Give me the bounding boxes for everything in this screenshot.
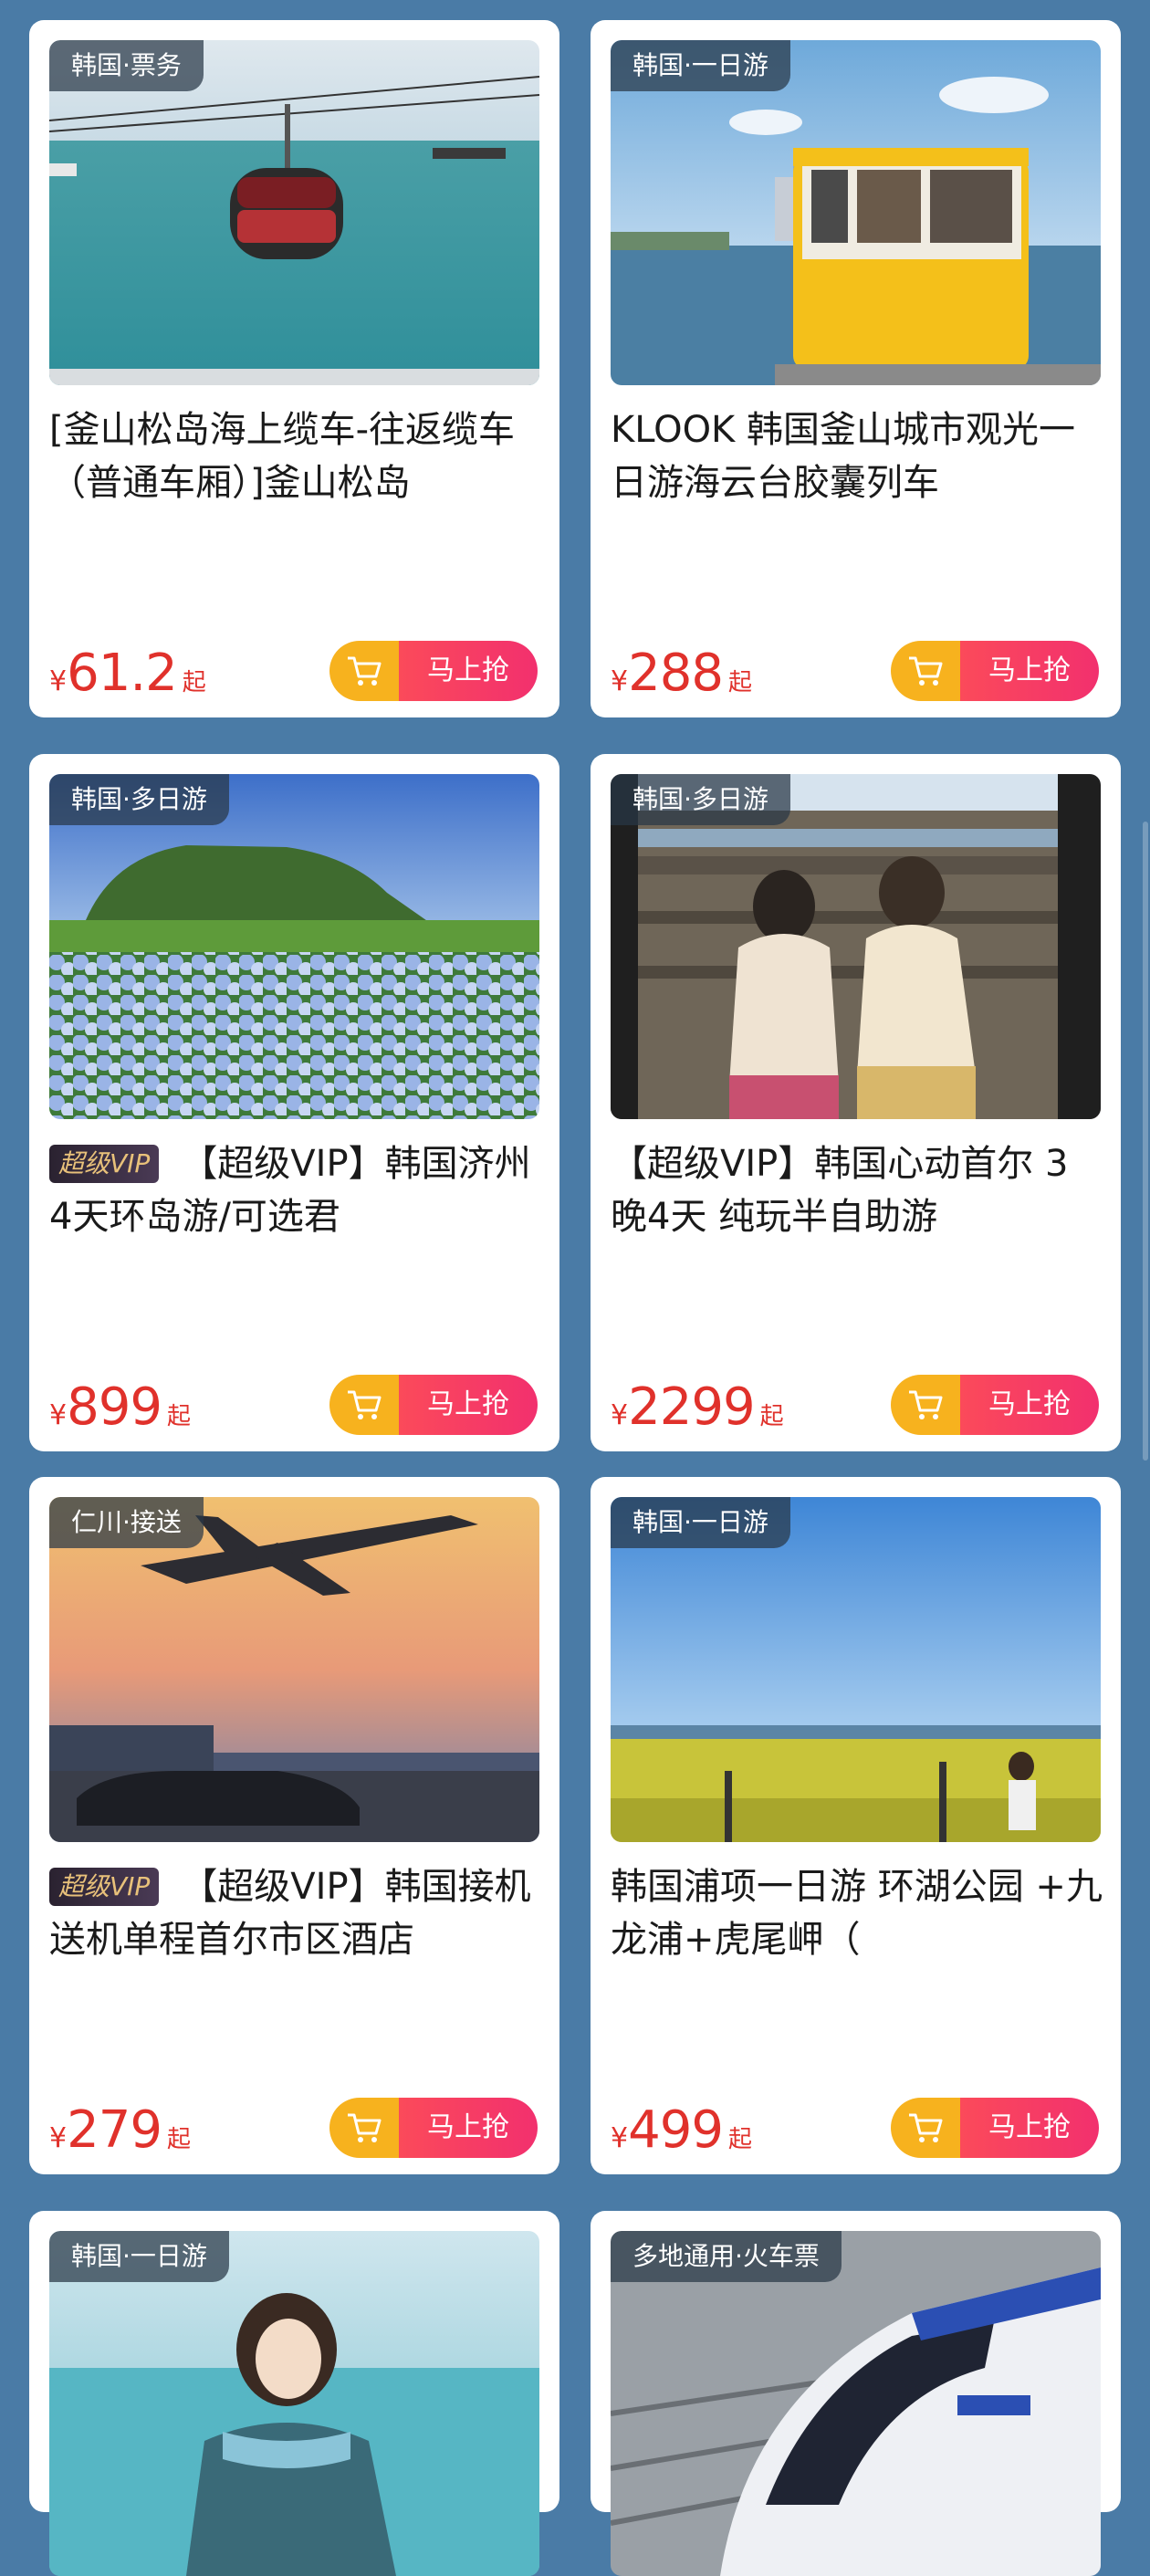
buy-now-label: 马上抢 — [960, 641, 1099, 701]
price-value: 288 — [628, 644, 724, 703]
product-title[interactable]: 【超级VIP】韩国心动首尔 3晚4天 纯玩半自助游 — [611, 1137, 1103, 1243]
currency-symbol: ¥ — [611, 665, 629, 697]
category-tag: 韩国·多日游 — [49, 774, 229, 825]
product-title[interactable]: 韩国浦项一日游 环湖公园 +九龙浦+虎尾岬（ — [611, 1860, 1103, 1966]
price: ¥899 起 — [49, 1377, 191, 1437]
product-image-hydrangea[interactable]: 韩国·多日游 — [49, 774, 539, 1119]
product-card[interactable]: 韩国·多日游 【超级VIP】韩国心动首尔 3晚4天 纯玩半自助游 ¥2299 起 … — [591, 754, 1121, 1451]
product-image-canola-field[interactable]: 韩国·一日游 — [611, 1497, 1101, 1842]
category-tag: 韩国·一日游 — [611, 1497, 790, 1548]
product-card[interactable]: 多地通用·火车票 — [591, 2211, 1121, 2576]
category-tag: 韩国·多日游 — [611, 774, 790, 825]
product-title[interactable]: KLOOK 韩国釜山城市观光一日游海云台胶囊列车 — [611, 403, 1103, 509]
product-title[interactable]: [釜山松岛海上缆车-往返缆车（普通车厢）]釜山松岛 — [49, 403, 542, 509]
currency-symbol: ¥ — [611, 2122, 629, 2154]
product-grid: 韩国·票务 [釜山松岛海上缆车-往返缆车（普通车厢）]釜山松岛 ¥61.2 起 马… — [0, 0, 1150, 2576]
product-image-capsule-train[interactable]: 韩国·一日游 — [611, 40, 1101, 385]
currency-symbol: ¥ — [49, 665, 68, 697]
product-card[interactable]: 韩国·票务 [釜山松岛海上缆车-往返缆车（普通车厢）]釜山松岛 ¥61.2 起 马… — [29, 20, 559, 717]
category-tag: 多地通用·火车票 — [611, 2231, 842, 2282]
category-tag: 韩国·票务 — [49, 40, 204, 91]
product-card[interactable]: 韩国·一日游 KLOOK 韩国釜山城市观光一日游海云台胶囊列车 ¥288 起 马上… — [591, 20, 1121, 717]
price-value: 2299 — [628, 1377, 756, 1437]
product-card[interactable]: 韩国·一日游 — [29, 2211, 559, 2576]
buy-now-label: 马上抢 — [960, 2098, 1099, 2158]
category-tag: 韩国·一日游 — [611, 40, 790, 91]
buy-now-button[interactable]: 马上抢 — [329, 2098, 538, 2158]
price-suffix: 起 — [727, 2126, 752, 2153]
buy-now-label: 马上抢 — [399, 1375, 538, 1435]
price-suffix: 起 — [166, 1403, 191, 1430]
cart-icon — [891, 2098, 960, 2158]
super-vip-badge: 超级VIP — [49, 1145, 160, 1183]
cart-icon — [891, 641, 960, 701]
buy-now-button[interactable]: 马上抢 — [891, 641, 1099, 701]
product-image-cable-car[interactable]: 韩国·票务 — [49, 40, 539, 385]
product-image-ktx-train[interactable]: 多地通用·火车票 — [611, 2231, 1101, 2576]
product-image-beach[interactable]: 韩国·一日游 — [49, 2231, 539, 2576]
price: ¥279 起 — [49, 2100, 191, 2160]
category-tag: 仁川·接送 — [49, 1497, 204, 1548]
price: ¥499 起 — [611, 2100, 752, 2160]
buy-now-button[interactable]: 马上抢 — [891, 1375, 1099, 1435]
buy-now-button[interactable]: 马上抢 — [329, 641, 538, 701]
price-value: 899 — [67, 1377, 162, 1437]
price: ¥2299 起 — [611, 1377, 784, 1437]
cart-icon — [329, 641, 399, 701]
price-value: 279 — [67, 2100, 162, 2160]
cart-icon — [329, 1375, 399, 1435]
price-suffix: 起 — [759, 1403, 784, 1430]
product-title[interactable]: 超级VIP 【超级VIP】韩国济州4天环岛游/可选君 — [49, 1137, 542, 1243]
currency-symbol: ¥ — [611, 1399, 629, 1431]
cart-icon — [891, 1375, 960, 1435]
buy-now-button[interactable]: 马上抢 — [329, 1375, 538, 1435]
buy-now-label: 马上抢 — [399, 641, 538, 701]
product-card[interactable]: 仁川·接送 超级VIP 【超级VIP】韩国接机送机单程首尔市区酒店 ¥279 起 马… — [29, 1477, 559, 2174]
currency-symbol: ¥ — [49, 1399, 68, 1431]
buy-now-label: 马上抢 — [960, 1375, 1099, 1435]
price-value: 61.2 — [67, 644, 178, 703]
cart-icon — [329, 2098, 399, 2158]
category-tag: 韩国·一日游 — [49, 2231, 229, 2282]
price-suffix: 起 — [727, 669, 752, 696]
price-suffix: 起 — [182, 669, 206, 696]
product-card[interactable]: 韩国·一日游 韩国浦项一日游 环湖公园 +九龙浦+虎尾岬（ ¥499 起 马上抢 — [591, 1477, 1121, 2174]
buy-now-button[interactable]: 马上抢 — [891, 2098, 1099, 2158]
product-title[interactable]: 超级VIP 【超级VIP】韩国接机送机单程首尔市区酒店 — [49, 1860, 542, 1966]
price: ¥61.2 起 — [49, 644, 206, 703]
price-value: 499 — [628, 2100, 724, 2160]
price-suffix: 起 — [166, 2126, 191, 2153]
currency-symbol: ¥ — [49, 2122, 68, 2154]
product-image-hanbok-village[interactable]: 韩国·多日游 — [611, 774, 1101, 1119]
scrollbar[interactable] — [1143, 822, 1148, 1461]
buy-now-label: 马上抢 — [399, 2098, 538, 2158]
product-image-airport[interactable]: 仁川·接送 — [49, 1497, 539, 1842]
product-card[interactable]: 韩国·多日游 超级VIP 【超级VIP】韩国济州4天环岛游/可选君 ¥899 起 马… — [29, 754, 559, 1451]
super-vip-badge: 超级VIP — [49, 1868, 160, 1906]
price: ¥288 起 — [611, 644, 752, 703]
